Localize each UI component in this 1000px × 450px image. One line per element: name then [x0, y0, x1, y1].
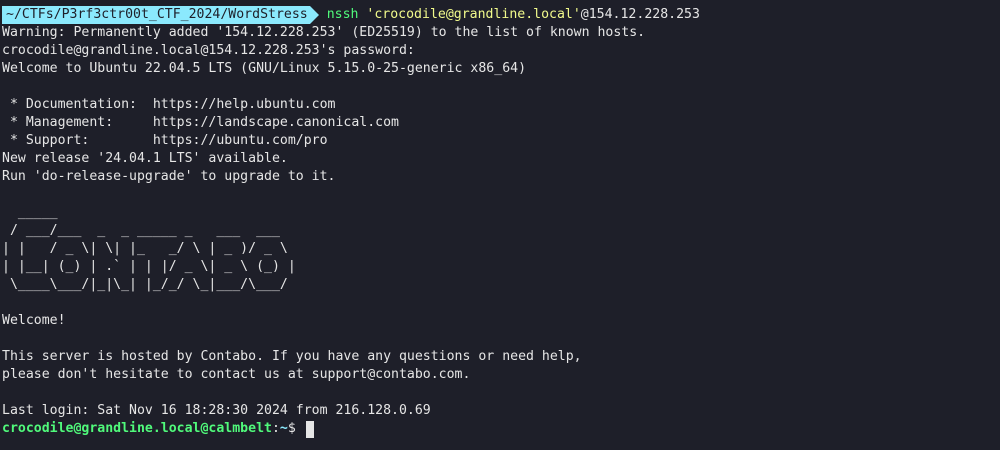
path-segment: ~/CTFs/P3rf3ctr00t_CTF_2024/WordStress	[2, 6, 310, 24]
welcome-line: Welcome!	[2, 313, 66, 328]
prompt-cwd: ~	[279, 421, 288, 436]
prompt-symbol: $	[287, 421, 304, 436]
shell-prompt[interactable]: crocodile@grandline.local@calmbelt: ~ $	[2, 420, 998, 438]
contabo-ascii-banner: _____ / ___/___ _ _ _____ _ ___ ___ | | …	[2, 205, 296, 292]
contabo-info-line-1: This server is hosted by Contabo. If you…	[2, 349, 582, 364]
last-login-line: Last login: Sat Nov 16 18:28:30 2024 fro…	[2, 403, 431, 418]
prompt-user-host: crocodile@grandline.local@calmbelt	[2, 421, 272, 436]
command-target-user: 'crocodile@grandline.local'	[366, 7, 581, 22]
warning-line: Warning: Permanently added '154.12.228.2…	[2, 25, 646, 40]
prompt-separator: :	[271, 421, 280, 436]
management-line: * Management: https://landscape.canonica…	[2, 115, 399, 130]
welcome-ubuntu-line: Welcome to Ubuntu 22.04.5 LTS (GNU/Linux…	[2, 61, 527, 76]
terminal-window[interactable]: ~/CTFs/P3rf3ctr00t_CTF_2024/WordStress ns…	[0, 0, 1000, 450]
command-name: nssh	[326, 7, 359, 22]
release-line: New release '24.04.1 LTS' available.	[2, 151, 288, 166]
documentation-line: * Documentation: https://help.ubuntu.com	[2, 97, 336, 112]
powerline-arrow-icon	[309, 6, 319, 24]
support-line: * Support: https://ubuntu.com/pro	[2, 133, 328, 148]
password-prompt: crocodile@grandline.local@154.12.228.253…	[2, 43, 415, 58]
command-line: ~/CTFs/P3rf3ctr00t_CTF_2024/WordStress ns…	[2, 6, 998, 24]
upgrade-line: Run 'do-release-upgrade' to upgrade to i…	[2, 169, 336, 184]
command-target-host: @154.12.228.253	[580, 7, 700, 22]
contabo-info-line-2: please don't hesitate to contact us at s…	[2, 367, 471, 382]
cursor-icon	[305, 420, 314, 438]
